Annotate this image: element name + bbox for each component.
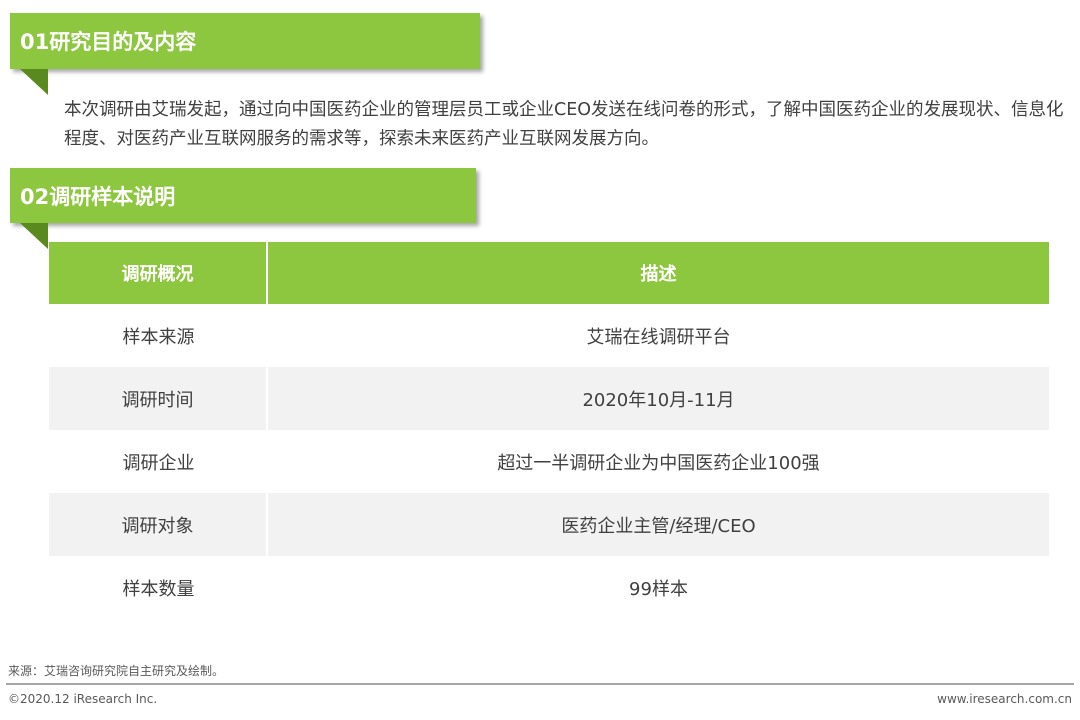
table-cell-label: 调研企业 (122, 452, 195, 474)
table-cell-value: 超过一半调研企业为中国医药企业100强 (497, 452, 820, 474)
table-row: 调研对象 医药企业主管/经理/CEO (49, 493, 1049, 556)
table-cell-value: 99样本 (629, 578, 688, 600)
website-link[interactable]: www.iresearch.com.cn (937, 692, 1072, 706)
copyright-text: ©2020.12 iResearch Inc. (8, 692, 158, 706)
table-row: 样本数量 99样本 (49, 556, 1049, 619)
table-row: 调研时间 2020年10月-11月 (49, 367, 1049, 430)
table-header-cell: 调研概况 (49, 242, 268, 304)
intro-paragraph: 本次调研由艾瑞发起，通过向中国医药企业的管理层员工或企业CEO发送在线问卷的形式… (64, 100, 1064, 149)
table-cell-value: 医药企业主管/经理/CEO (268, 493, 1049, 556)
table-row: 调研企业 超过一半调研企业为中国医药企业100强 (49, 430, 1049, 493)
table-header-cell: 描述 (268, 242, 1049, 304)
banner-fold-decoration (20, 69, 48, 95)
section-title-research-purpose: 01研究目的及内容 (10, 13, 480, 69)
table-header-row: 调研概况 描述 (49, 242, 1049, 304)
banner-fold-decoration (20, 223, 48, 249)
sample-table: 调研概况 描述 样本来源 艾瑞在线调研平台 调研时间 2020年10月-11月 … (49, 242, 1049, 619)
table-cell-label: 样本数量 (122, 578, 195, 600)
table-cell-label: 调研对象 (49, 493, 268, 556)
table-cell-value: 2020年10月-11月 (268, 367, 1049, 430)
footer-divider (6, 683, 1074, 685)
section-title-text: 01研究目的及内容 (20, 30, 197, 54)
table-row: 样本来源 艾瑞在线调研平台 (49, 304, 1049, 367)
table-cell-value: 艾瑞在线调研平台 (586, 326, 731, 348)
table-cell-label: 调研时间 (49, 367, 268, 430)
section-title-sample-description: 02调研样本说明 (10, 168, 476, 223)
section-title-text: 02调研样本说明 (20, 184, 176, 209)
table-cell-label: 样本来源 (122, 326, 195, 348)
source-note: 来源：艾瑞咨询研究院自主研究及绘制。 (8, 664, 225, 678)
